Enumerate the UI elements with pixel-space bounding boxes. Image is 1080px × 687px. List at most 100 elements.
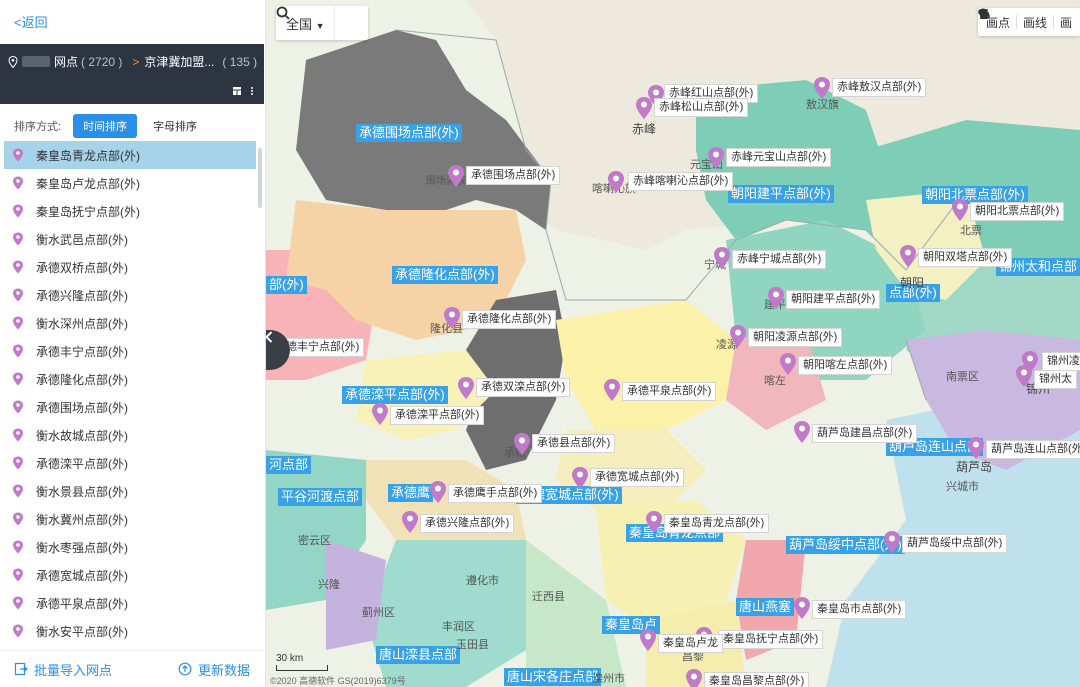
sort-by-letter-button[interactable]: 字母排序 — [143, 114, 207, 138]
map-marker-icon[interactable] — [766, 286, 786, 310]
sort-by-time-button[interactable]: 时间排序 — [73, 114, 138, 138]
city-label: 朝阳 — [900, 276, 925, 290]
list-item[interactable]: 衡水枣强点部(外) — [4, 533, 256, 561]
list-item[interactable]: 承德双桥点部(外) — [4, 253, 256, 281]
list-item[interactable]: 承德围场点部(外) — [4, 393, 256, 421]
refresh-data-button[interactable]: 更新数据 — [178, 660, 250, 679]
map-marker-label[interactable]: 葫芦岛绥中点部(外) — [902, 534, 1008, 553]
list-item-label: 承德丰宁点部(外) — [36, 344, 128, 359]
map-canvas[interactable]: 承德围场点部(外) 承德隆化点部(外) 部(外) 承德滦平点部(外) 朝阳建平点… — [266, 0, 1080, 687]
map-marker-icon[interactable] — [456, 376, 476, 400]
area-label: 部(外) — [266, 276, 307, 294]
list-item[interactable]: 衡水故城点部(外) — [4, 421, 256, 449]
city-label: 滦州市 — [592, 673, 625, 685]
map-marker-label[interactable]: 锦州太 — [1034, 370, 1077, 389]
list-scrollbar[interactable] — [258, 148, 262, 208]
more-vertical-icon[interactable] — [250, 86, 254, 96]
map-marker-label[interactable]: 赤峰元宝山点部(外) — [726, 148, 832, 167]
map-marker-label[interactable]: 锦州凌 — [1042, 352, 1080, 371]
map-marker-label[interactable]: 葫芦岛连山点部(外) — [986, 440, 1080, 459]
map-marker-label[interactable]: 承德围场点部(外) — [466, 166, 561, 185]
back-link[interactable]: <返回 — [14, 12, 48, 31]
draw-line-button[interactable]: 画线 — [978, 9, 1047, 31]
map-marker-icon[interactable] — [644, 510, 664, 534]
map-marker-label[interactable]: 秦皇岛抚宁点部(外) — [718, 630, 824, 649]
list-item[interactable]: 承德隆化点部(外) — [4, 365, 256, 393]
list-item[interactable]: 承德宽城点部(外) — [4, 561, 256, 589]
list-item[interactable]: 衡水深州点部(外) — [4, 309, 256, 337]
map-marker-icon[interactable] — [512, 432, 532, 456]
map-marker-icon[interactable] — [428, 480, 448, 504]
draw-polygon-button[interactable]: 画 — [978, 9, 1072, 31]
map-marker-label[interactable]: 葫芦岛建昌点部(外) — [812, 424, 918, 443]
map-marker-label[interactable]: 承德兴隆点部(外) — [420, 514, 515, 533]
city-label: 兴城市 — [946, 481, 979, 493]
map-marker-label[interactable]: 承德县点部(外) — [532, 434, 616, 453]
map-marker-label[interactable]: 秦皇岛青龙点部(外) — [664, 514, 770, 533]
map-marker-label[interactable]: 秦皇岛昌黎点部(外) — [704, 672, 810, 687]
map-marker-label[interactable]: 承德滦平点部(外) — [390, 406, 485, 425]
batch-import-button[interactable]: 批量导入网点 — [14, 660, 112, 679]
map-marker-label[interactable]: 赤峰敖汉点部(外) — [832, 78, 927, 97]
map-marker-icon[interactable] — [812, 76, 832, 100]
list-item[interactable]: 承德平泉点部(外) — [4, 589, 256, 617]
list-item[interactable]: 衡水武邑点部(外) — [4, 225, 256, 253]
map-marker-label[interactable]: 朝阳建平点部(外) — [786, 290, 881, 309]
breadcrumb-level2[interactable]: 京津冀加盟... — [144, 53, 214, 70]
list-item[interactable]: 秦皇岛青龙点部(外) — [4, 141, 256, 169]
map-marker-icon[interactable] — [792, 420, 812, 444]
list-item[interactable]: 秦皇岛卢龙点部(外) — [4, 169, 256, 197]
map-marker-label[interactable]: 承德鹰手点部(外) — [448, 484, 543, 503]
map-marker-icon[interactable] — [606, 170, 626, 194]
map-marker-icon[interactable] — [446, 164, 466, 188]
list-item[interactable]: 秦皇岛抚宁点部(外) — [4, 197, 256, 225]
map-marker-icon[interactable] — [882, 530, 902, 554]
map-marker-icon[interactable] — [706, 146, 726, 170]
city-label: 南票区 — [946, 371, 979, 383]
list-item[interactable]: 承德兴隆点部(外) — [4, 281, 256, 309]
map-marker-label[interactable]: 秦皇岛卢龙 — [658, 634, 723, 653]
map-marker-icon[interactable] — [634, 96, 654, 120]
map-marker-label[interactable]: 承德宽城点部(外) — [590, 468, 685, 487]
map-marker-icon[interactable] — [602, 378, 622, 402]
table-icon[interactable] — [232, 86, 242, 96]
map-marker-label[interactable]: 朝阳双塔点部(外) — [918, 248, 1013, 267]
map-marker-icon[interactable] — [570, 466, 590, 490]
map-marker-icon[interactable] — [898, 244, 918, 268]
breadcrumb-level1[interactable]: 网点 — [54, 53, 78, 70]
toolbar-divider — [1052, 15, 1054, 29]
map-marker-icon[interactable] — [966, 436, 986, 460]
map-marker-icon[interactable] — [400, 510, 420, 534]
map-marker-label[interactable]: 赤峰宁城点部(外) — [732, 250, 827, 269]
list-item[interactable]: 衡水景县点部(外) — [4, 477, 256, 505]
map-marker-label[interactable]: 承德隆化点部(外) — [462, 310, 557, 329]
area-label: 平谷河渡点部 — [278, 488, 363, 506]
map-marker-icon[interactable] — [684, 668, 704, 687]
map-marker-label[interactable]: 承德平泉点部(外) — [622, 382, 717, 401]
map-marker-icon[interactable] — [638, 628, 658, 652]
map-marker-label[interactable]: 秦皇岛市点部(外) — [812, 600, 907, 619]
city-label: 玉田县 — [456, 639, 489, 651]
map-marker-icon[interactable] — [792, 596, 812, 620]
map-marker-label[interactable]: 赤峰喀喇沁点部(外) — [628, 172, 734, 191]
map-marker-icon[interactable] — [950, 198, 970, 222]
sidebar: <返回 网点 ( 2720 ) > 京津冀加盟... ( 135 ) 排序方式:… — [0, 0, 266, 687]
map-marker-label[interactable]: 朝阳喀左点部(外) — [798, 356, 893, 375]
map-marker-icon[interactable] — [370, 402, 390, 426]
map-marker-icon[interactable] — [1014, 364, 1034, 388]
list-item[interactable]: 承德滦平点部(外) — [4, 449, 256, 477]
map-marker-label[interactable]: 承德双滦点部(外) — [476, 378, 571, 397]
list-item[interactable]: 衡水冀州点部(外) — [4, 505, 256, 533]
location-pin-icon — [13, 624, 23, 638]
map-marker-label[interactable]: 朝阳北票点部(外) — [970, 202, 1065, 221]
list-item[interactable]: 衡水安平点部(外) — [4, 617, 256, 645]
map-marker-icon[interactable] — [442, 306, 462, 330]
map-marker-label[interactable]: 赤峰松山点部(外) — [654, 98, 749, 117]
list-item[interactable]: 承德丰宁点部(外) — [4, 337, 256, 365]
map-marker-icon[interactable] — [778, 352, 798, 376]
map-marker-icon[interactable] — [728, 324, 748, 348]
area-label: 承德围场点部(外) — [356, 124, 462, 142]
map-marker-icon[interactable] — [712, 246, 732, 270]
map-marker-label[interactable]: 朝阳凌源点部(外) — [748, 328, 843, 347]
search-button[interactable] — [276, 6, 362, 40]
